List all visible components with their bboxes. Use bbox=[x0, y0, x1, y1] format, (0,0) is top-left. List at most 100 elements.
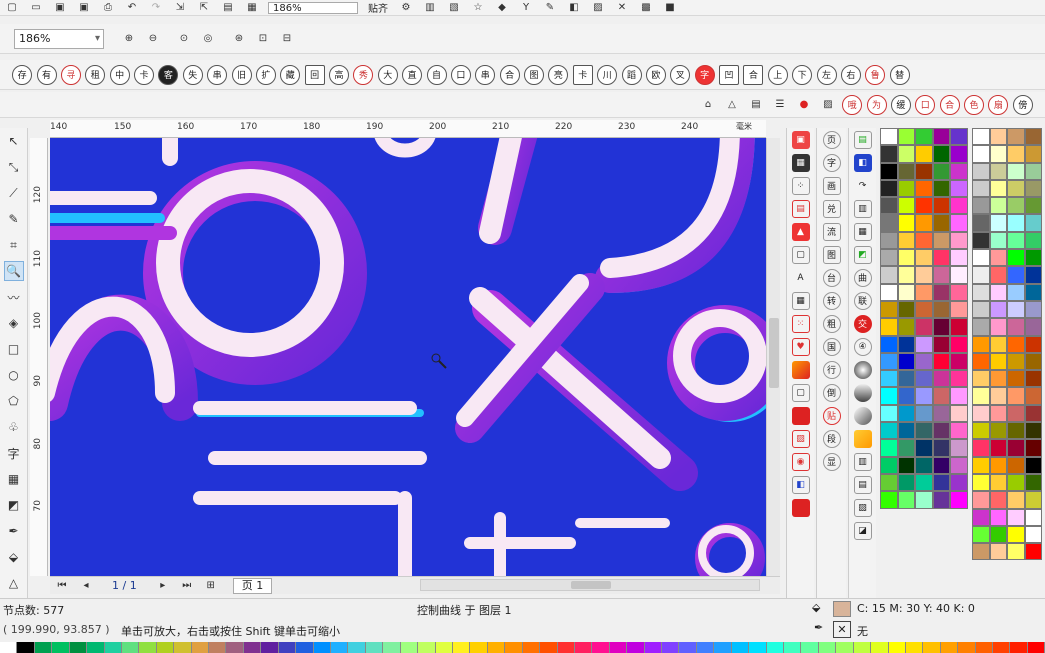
eyedropper-tool-icon[interactable]: ✒ bbox=[4, 521, 24, 541]
palette-swatch[interactable] bbox=[972, 370, 990, 388]
palette-swatch[interactable] bbox=[1024, 300, 1042, 319]
sym-12[interactable]: 回 bbox=[304, 64, 325, 85]
palette-swatch[interactable] bbox=[950, 214, 968, 232]
palette-swatch[interactable] bbox=[1007, 283, 1025, 301]
palette-swatch[interactable] bbox=[897, 318, 916, 336]
horizontal-scrollbar[interactable] bbox=[420, 579, 760, 591]
docker-char[interactable]: 页 bbox=[822, 130, 841, 149]
palette-swatch[interactable] bbox=[972, 543, 990, 561]
palette-swatch[interactable] bbox=[880, 300, 898, 319]
palette-swatch[interactable] bbox=[950, 491, 968, 509]
sym-36[interactable]: 替 bbox=[889, 64, 910, 85]
docker3-icon[interactable]: ▦ bbox=[853, 222, 872, 241]
docker-char[interactable]: 段 bbox=[822, 429, 841, 448]
ellipse-tool-icon[interactable]: ○ bbox=[4, 365, 24, 385]
palette-swatch[interactable] bbox=[932, 197, 951, 215]
palette-swatch[interactable] bbox=[696, 642, 715, 653]
palette-swatch[interactable] bbox=[880, 145, 898, 163]
docker-char[interactable]: 字 bbox=[822, 153, 841, 172]
sym-21[interactable]: 图 bbox=[524, 64, 545, 85]
palette-swatch[interactable] bbox=[191, 642, 210, 653]
palette-swatch[interactable] bbox=[679, 642, 697, 653]
docker3-char[interactable]: 交 bbox=[853, 314, 872, 333]
zoom-all-icon[interactable]: ◎ bbox=[199, 32, 217, 46]
palette-swatch[interactable] bbox=[950, 283, 968, 301]
palette-swatch[interactable] bbox=[989, 422, 1007, 440]
palette-swatch[interactable] bbox=[915, 422, 933, 440]
palette-swatch[interactable] bbox=[365, 642, 384, 653]
sym-30[interactable]: 合 bbox=[743, 64, 764, 85]
palette-swatch[interactable] bbox=[989, 197, 1007, 215]
palette-swatch[interactable] bbox=[950, 387, 968, 405]
docker3-icon[interactable]: ④ bbox=[853, 337, 872, 356]
palette-swatch[interactable] bbox=[1007, 300, 1025, 319]
palette-swatch[interactable] bbox=[139, 642, 157, 653]
palette-swatch[interactable] bbox=[972, 128, 990, 146]
sym2-7[interactable]: 傍 bbox=[1012, 94, 1033, 115]
pin-icon[interactable]: ● bbox=[795, 98, 813, 112]
palette-swatch[interactable] bbox=[915, 214, 933, 232]
docker-hatch-icon[interactable]: ▨ bbox=[791, 429, 810, 448]
sym2-4[interactable]: 合 bbox=[939, 94, 960, 115]
docker-char[interactable]: 行 bbox=[822, 360, 841, 379]
rectangle-tool-icon[interactable]: □ bbox=[4, 339, 24, 359]
palette-swatch[interactable] bbox=[1027, 642, 1045, 653]
vertical-ruler[interactable]: 120 110 100 90 80 70 bbox=[30, 138, 48, 576]
palette-swatch[interactable] bbox=[1007, 543, 1025, 561]
palette-swatch[interactable] bbox=[17, 642, 35, 653]
palette-swatch[interactable] bbox=[950, 370, 968, 388]
options-icon[interactable]: ⚙ bbox=[397, 1, 415, 15]
palette-swatch[interactable] bbox=[897, 404, 916, 423]
palette-swatch[interactable] bbox=[915, 439, 933, 457]
palette-swatch[interactable] bbox=[348, 642, 366, 653]
palette-swatch[interactable] bbox=[932, 387, 951, 405]
docker-char[interactable]: 显 bbox=[822, 452, 841, 471]
docker-flag-icon[interactable]: ◧ bbox=[791, 475, 810, 494]
docker-text-icon[interactable]: A bbox=[792, 269, 810, 287]
palette-swatch[interactable] bbox=[989, 473, 1007, 492]
star-icon[interactable]: ☆ bbox=[469, 1, 487, 15]
palette-swatch[interactable] bbox=[1024, 404, 1042, 423]
palette-swatch[interactable] bbox=[989, 491, 1007, 509]
sym-15[interactable]: 大 bbox=[377, 64, 398, 85]
palette-swatch[interactable] bbox=[1007, 335, 1025, 353]
save-as-icon[interactable]: ▣ bbox=[75, 1, 93, 15]
palette-swatch[interactable] bbox=[880, 439, 898, 457]
palette-swatch[interactable] bbox=[1024, 456, 1042, 474]
palette-swatch[interactable] bbox=[972, 318, 990, 336]
cube-icon[interactable]: ◆ bbox=[493, 1, 511, 15]
palette-swatch[interactable] bbox=[915, 231, 933, 250]
palette-swatch[interactable] bbox=[989, 145, 1007, 163]
tab-page-1[interactable]: 页 1 bbox=[232, 577, 273, 594]
palette-swatch[interactable] bbox=[1007, 162, 1025, 180]
sym-4[interactable]: 中 bbox=[109, 64, 130, 85]
palette-swatch[interactable] bbox=[950, 439, 968, 457]
docker-doc-icon[interactable]: ▢ bbox=[791, 245, 810, 264]
outline-tool-icon[interactable]: △ bbox=[4, 573, 24, 593]
palette-swatch[interactable] bbox=[989, 370, 1007, 388]
palette-swatch[interactable] bbox=[209, 642, 227, 653]
palette-swatch[interactable] bbox=[940, 642, 959, 653]
palette-swatch[interactable] bbox=[880, 231, 898, 250]
palette-swatch[interactable] bbox=[1024, 491, 1042, 509]
smear-tool-icon[interactable]: ✎ bbox=[4, 209, 24, 229]
palette-swatch[interactable] bbox=[1007, 422, 1025, 440]
palette-swatch[interactable] bbox=[1024, 266, 1042, 284]
palette-swatch[interactable] bbox=[950, 197, 968, 215]
palette-swatch[interactable] bbox=[972, 491, 990, 509]
sym-5[interactable]: 卡 bbox=[134, 64, 155, 85]
doc-icon[interactable]: ▤ bbox=[747, 98, 765, 112]
palette-swatch[interactable] bbox=[897, 491, 916, 509]
palette-swatch[interactable] bbox=[34, 642, 53, 653]
palette-swatch[interactable] bbox=[487, 642, 506, 653]
palette-swatch[interactable] bbox=[972, 283, 990, 301]
palette-swatch[interactable] bbox=[958, 642, 976, 653]
palette-swatch[interactable] bbox=[1007, 249, 1025, 267]
palette-swatch[interactable] bbox=[52, 642, 70, 653]
palette-swatch[interactable] bbox=[915, 352, 933, 371]
palette-swatch[interactable] bbox=[1024, 439, 1042, 457]
palette-swatch[interactable] bbox=[156, 642, 175, 653]
palette-swatch[interactable] bbox=[897, 370, 916, 388]
palette-swatch[interactable] bbox=[1024, 387, 1042, 405]
palette-swatch[interactable] bbox=[989, 266, 1007, 284]
